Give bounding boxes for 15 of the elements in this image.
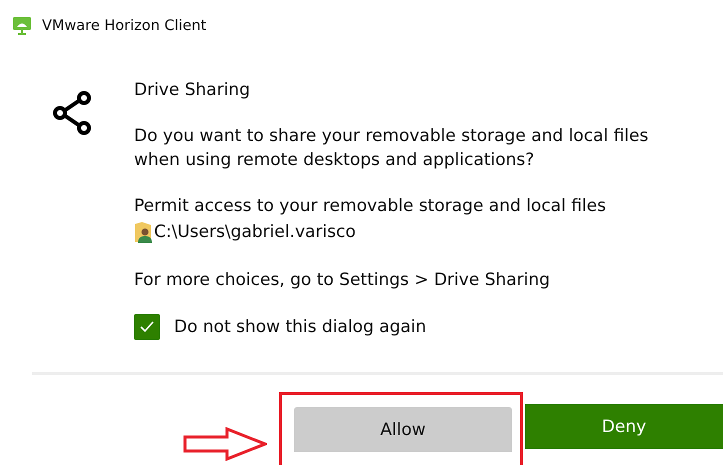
- share-icon: [52, 90, 92, 136]
- permit-text: Permit access to your removable storage and local files: [134, 195, 607, 218]
- question-text: Do you want to share your removable storage and local files when using remote desktops and applications?: [134, 125, 650, 172]
- folder-path: C:\Users\gabriel.varisco: [154, 221, 356, 244]
- dialog-heading: Drive Sharing: [134, 79, 251, 102]
- settings-hint: For more choices, go to Settings > Drive Sharing: [134, 269, 551, 292]
- arrow-annotation-icon: [183, 427, 267, 461]
- check-icon: [139, 319, 155, 335]
- allow-button[interactable]: Allow: [294, 407, 512, 452]
- window-title: VMware Horizon Client: [42, 18, 206, 34]
- deny-button[interactable]: Deny: [525, 404, 723, 449]
- checkbox[interactable]: [134, 314, 160, 340]
- checkbox-label: Do not show this dialog again: [174, 316, 426, 339]
- user-folder-icon: [134, 221, 152, 243]
- monitor-icon: [12, 16, 32, 36]
